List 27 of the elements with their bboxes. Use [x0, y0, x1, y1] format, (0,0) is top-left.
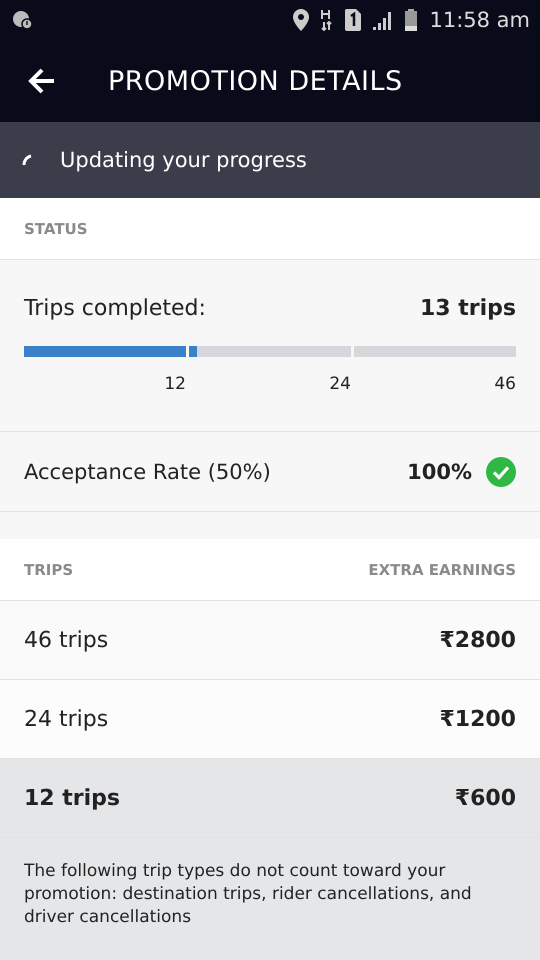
tick-label: 24: [329, 374, 351, 394]
sim-icon: [345, 9, 362, 31]
acceptance-label: Acceptance Rate (50%): [24, 460, 272, 484]
battery-icon: [405, 9, 418, 31]
clock-time: 11:58 am: [429, 8, 530, 32]
column-header: TRIPS: [24, 560, 74, 578]
footnote-text: The following trip types do not count toward your promotion: destination trips, rider cancellations, and driver cancellations: [24, 861, 472, 927]
tick-label: 12: [164, 374, 186, 394]
trips-cell: 12 trips: [24, 786, 120, 810]
progress-message: Updating your progress: [60, 148, 307, 172]
screen-title: PROMOTION DETAILS: [108, 66, 403, 96]
section-header: STATUS: [24, 220, 88, 238]
column-header: EXTRA EARNINGS: [368, 560, 516, 578]
back-arrow-icon[interactable]: [28, 67, 56, 95]
earnings-cell: ₹2800: [439, 628, 516, 652]
trips-cell: 46 trips: [24, 628, 108, 652]
trips-value: 13 trips: [420, 296, 516, 321]
trips-cell: 24 trips: [24, 706, 108, 732]
signal-icon: [373, 10, 394, 30]
earnings-cell: ₹600: [454, 786, 516, 810]
alert-icon: [12, 10, 34, 30]
network-icon: [321, 9, 334, 31]
trips-label: Trips completed:: [24, 296, 206, 321]
tick-label: 46: [494, 374, 516, 394]
location-icon: [293, 9, 310, 31]
earnings-cell: ₹1200: [439, 706, 516, 732]
acceptance-value: 100%: [407, 460, 472, 484]
